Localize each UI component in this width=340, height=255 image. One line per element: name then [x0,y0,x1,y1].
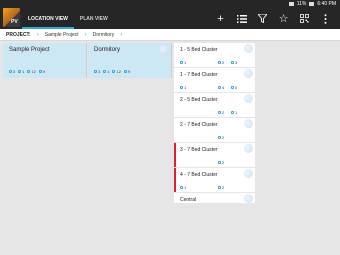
card-title: Dormitory [94,47,121,53]
list-item[interactable]: 2 - 7 Bed Cluster 2 [174,118,255,143]
globe-icon [244,144,253,153]
clock: 6:40 PM [317,1,336,7]
card-title: Sample Project [9,47,50,53]
wifi-icon [288,2,294,6]
photo-icon [218,111,221,114]
app-logo: PV [3,8,20,27]
status-bar: 11% 6:40 PM [0,0,340,8]
battery-icon [309,2,315,6]
breadcrumb-label: PROJECT: [6,31,31,38]
list-item[interactable]: 1 - 5 Bed Cluster 1 2 3 [174,43,255,68]
tab-plan-view[interactable]: PLAN VIEW [74,8,114,29]
location-card-project[interactable]: Sample Project 3 1 12 9 [3,43,87,78]
filter-icon[interactable] [252,8,273,29]
photo-icon [218,161,221,164]
list-item[interactable]: Central [174,193,255,203]
location-card-building[interactable]: Dormitory 3 1 12 9 [88,43,172,78]
document-icon [18,70,22,73]
tab-location-view[interactable]: LOCATION VIEW [22,8,74,29]
globe-icon [244,194,253,203]
breadcrumb: PROJECT: › Sample Project › Dormitory › [0,29,340,41]
list-item[interactable]: 1 - 7 Bed Cluster 1 4 5 [174,68,255,93]
globe-icon [244,44,253,53]
card-stats: 3 1 12 9 [9,69,45,74]
photo-icon [112,70,116,73]
breadcrumb-item-project[interactable]: Sample Project [45,32,79,38]
list-icon[interactable] [231,8,252,29]
view-tabs: LOCATION VIEW PLAN VIEW [22,8,114,29]
photo-icon [218,186,221,189]
card-stats: 3 1 12 9 [94,69,130,74]
add-icon[interactable]: + [210,8,231,29]
toolbar-actions: + ☆ [210,8,336,29]
battery-level: 11% [296,1,307,7]
app-bar: PV LOCATION VIEW PLAN VIEW + ☆ [0,8,340,29]
attachment-icon [231,86,234,89]
column-project: Sample Project 3 1 12 9 [3,43,87,78]
column-building: Dormitory 3 1 12 9 [88,43,172,78]
qr-code-icon[interactable] [294,8,315,29]
chevron-right-icon: › [36,31,39,38]
issue-icon [180,61,183,64]
overflow-menu-icon[interactable] [315,8,336,29]
issue-icon [9,70,12,73]
issue-icon [180,86,183,89]
globe-icon [244,69,253,78]
star-icon[interactable]: ☆ [273,8,294,29]
issue-icon [94,70,97,73]
attachment-icon [38,70,42,73]
photo-icon [218,61,221,64]
globe-icon [244,169,253,178]
list-item[interactable]: 4 - 7 Bed Cluster 1 2 [174,168,255,193]
list-item[interactable]: 3 - 7 Bed Cluster 2 [174,143,255,168]
photo-icon [218,86,221,89]
globe-icon [244,119,253,128]
photo-icon [27,70,31,73]
globe-icon [244,94,253,103]
attachment-icon [231,61,234,64]
attachment-icon [123,70,127,73]
document-icon [103,70,107,73]
breadcrumb-item-building[interactable]: Dormitory [93,32,115,38]
chevron-right-icon: › [120,31,123,38]
chevron-right-icon: › [84,31,87,38]
globe-icon [159,45,169,55]
attachment-icon [231,111,234,114]
issue-icon [180,186,183,189]
photo-icon [218,136,221,139]
list-item[interactable]: 2 - 5 Bed Cluster 2 1 [174,93,255,118]
location-list: 1 - 5 Bed Cluster 1 2 3 1 - 7 Bed Cluste… [174,43,255,203]
